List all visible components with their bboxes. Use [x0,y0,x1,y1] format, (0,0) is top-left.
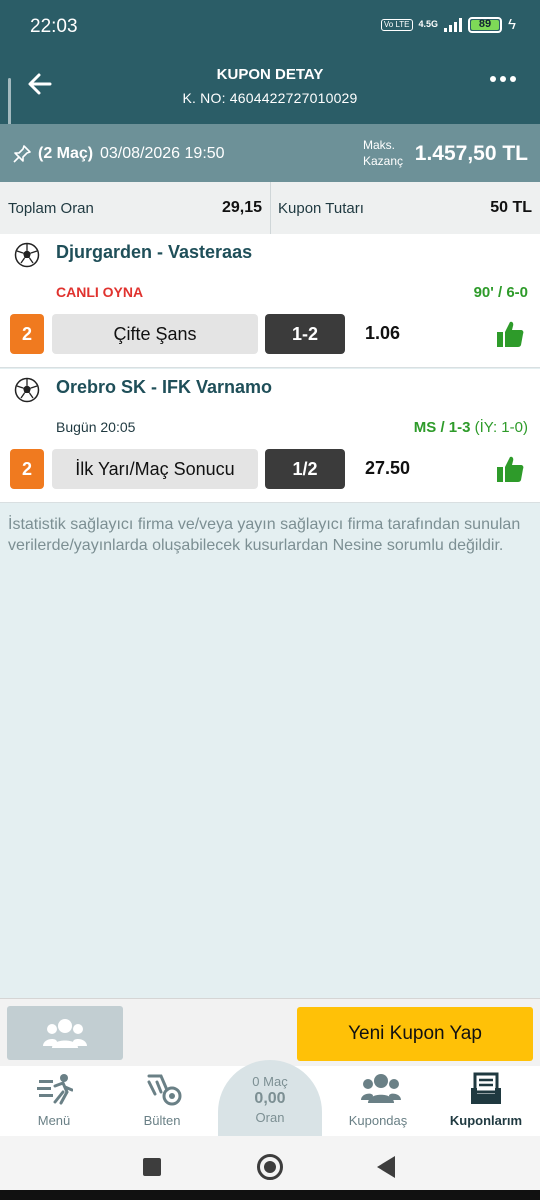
recents-icon[interactable] [143,1158,161,1176]
nav-bulletin[interactable]: Bülten [112,1066,212,1136]
system-navigation [0,1136,540,1190]
bulletin-icon [147,1074,182,1106]
basket-odds-label: Oran [255,1110,285,1125]
football-icon [14,242,40,268]
back-icon[interactable] [377,1156,395,1178]
kupondas-users-icon [361,1074,401,1103]
signal-icon [444,17,463,32]
max-win-label: Maks. Kazanç [363,138,404,168]
match-result: MS / 1-3 (İY: 1-0) [413,419,528,436]
users-group-icon [43,1019,87,1048]
coupon-basket-button[interactable]: 0 Maç 0,00 Oran [218,1060,322,1146]
mbs-badge: 2 [10,314,44,354]
match-time: Bugün 20:05 [56,419,136,435]
match-teams: Orebro SK - IFK Varnamo [56,377,273,397]
nav-menu[interactable]: Menü [4,1066,104,1136]
status-bar: 22:03 Vo LTE 4.5G 89 ϟ [0,0,540,52]
max-win-amount: 1.457,50 TL [414,142,528,165]
total-odds-value: 29,15 [221,199,262,216]
battery-icon: 89 [468,16,503,33]
home-icon[interactable] [257,1154,283,1180]
page-title: KUPON DETAY [216,66,324,83]
charging-icon: ϟ [508,16,516,33]
match-count: (2 Maç) [38,145,94,162]
live-status: CANLI OYNA [56,284,144,300]
selected-pick: 1/2 [265,449,345,489]
coupon-amount-value: 50 TL [490,199,532,216]
pin-icon[interactable] [12,144,32,164]
coupon-datetime: 03/08/2026 19:50 [100,145,225,162]
pick-odd: 1.06 [365,323,401,343]
total-odds-label: Toplam Oran [8,200,94,217]
disclaimer-text: İstatistik sağlayıcı firma ve/veya yayın… [8,516,521,554]
match-row[interactable]: Djurgarden - Vasteraas CANLI OYNA 90' / … [0,234,540,368]
kupondas-share-button[interactable] [7,1006,123,1060]
thumbs-up-icon [497,321,524,347]
football-icon [14,377,40,403]
network-type: 4.5G [418,19,439,29]
bottom-edge [0,1190,540,1200]
bottom-nav: Menü Bülten 0 Maç 0,00 Oran Kupondaş Kup… [0,1060,540,1146]
app-header: KUPON DETAY K. NO: 4604422727010029 [0,52,540,124]
mbs-badge: 2 [10,449,44,489]
market-name: İlk Yarı/Maç Sonucu [52,449,258,489]
nav-kupondas[interactable]: Kupondaş [328,1066,428,1136]
action-bar: Yeni Kupon Yap [0,998,540,1066]
match-result: 90' / 6-0 [473,284,528,301]
basket-odds: 0,00 [254,1090,286,1107]
match-teams: Djurgarden - Vasteraas [56,242,253,262]
coupon-number: K. NO: 4604422727010029 [182,90,358,106]
status-time: 22:03 [30,16,78,37]
market-name: Çifte Şans [52,314,258,354]
new-coupon-button[interactable]: Yeni Kupon Yap [297,1007,533,1061]
volte-icon: Vo LTE [380,18,413,31]
system-icons: Vo LTE 4.5G 89 ϟ [380,16,516,33]
totals-row: Toplam Oran 29,15 Kupon Tutarı 50 TL [0,182,540,234]
my-coupons-icon [471,1072,501,1104]
menu-runner-icon [37,1074,73,1105]
basket-match-count: 0 Maç [252,1074,288,1089]
match-row[interactable]: Orebro SK - IFK Varnamo Bugün 20:05 MS /… [0,369,540,503]
coupon-summary: (2 Maç) 03/08/2026 19:50 Maks. Kazanç 1.… [0,124,540,182]
selected-pick: 1-2 [265,314,345,354]
coupon-amount-label: Kupon Tutarı [278,200,364,217]
divider [270,182,271,234]
more-options-icon[interactable] [490,76,516,82]
thumbs-up-icon [497,456,524,482]
pick-odd: 27.50 [365,458,411,478]
nav-kuponlarim[interactable]: Kuponlarım [436,1066,536,1136]
